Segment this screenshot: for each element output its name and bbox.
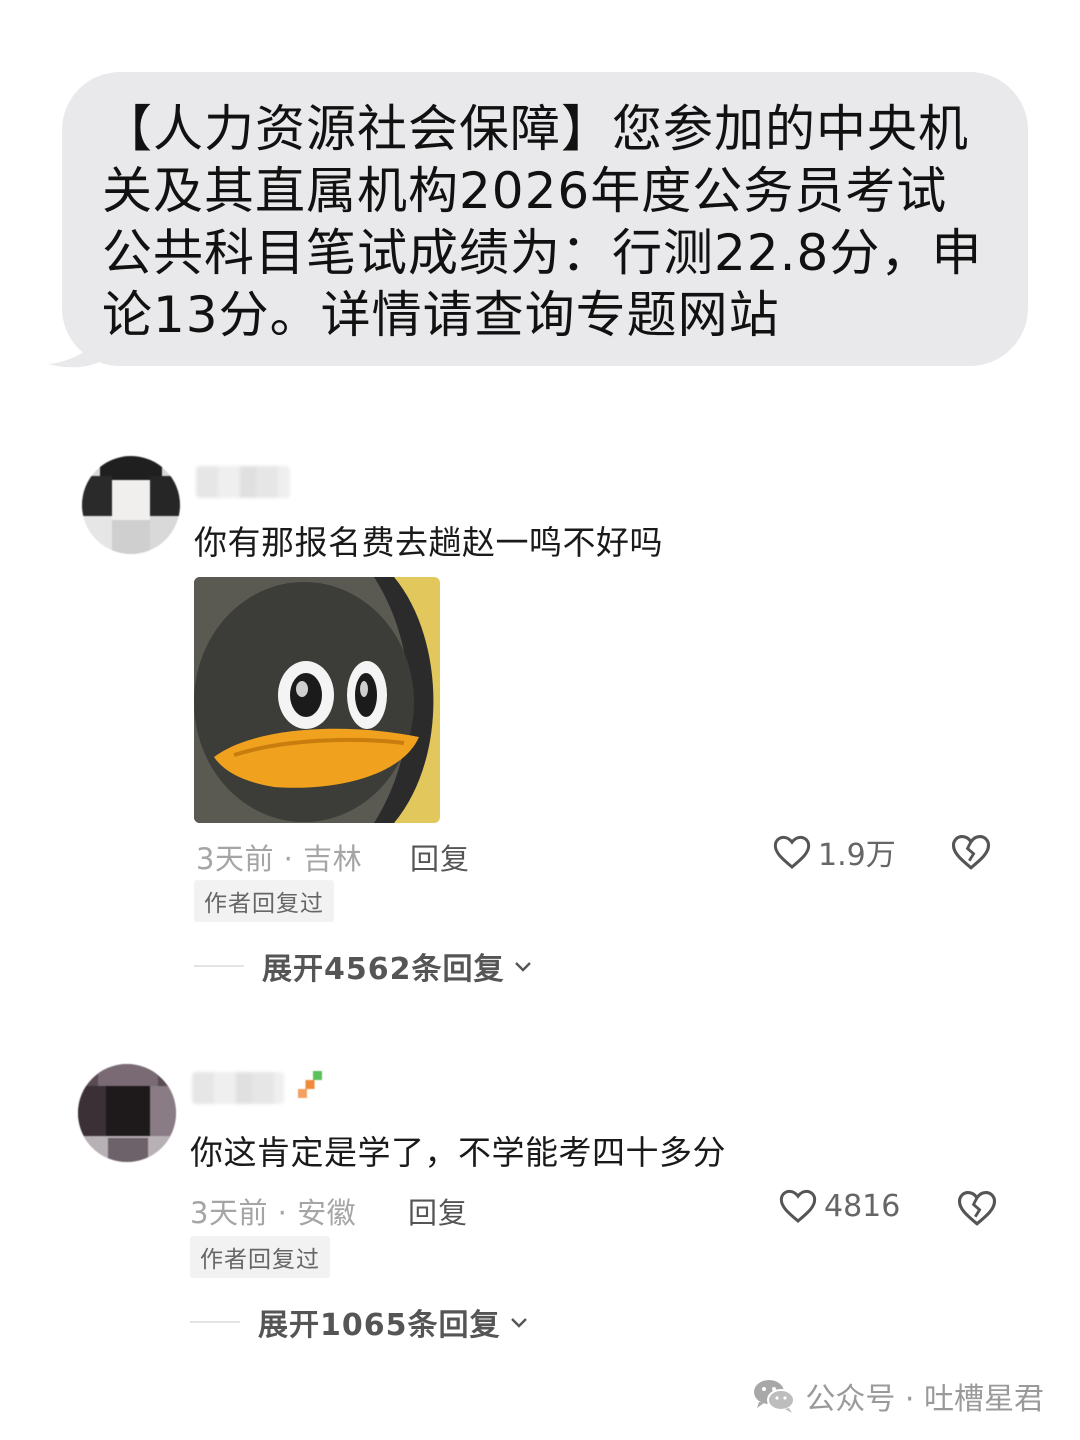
carrot-icon bbox=[298, 1071, 322, 1098]
username-blurred bbox=[192, 1072, 284, 1104]
expand-replies-label: 展开1065条回复 bbox=[258, 1308, 501, 1343]
author-replied-badge: 作者回复过 bbox=[194, 880, 334, 922]
penguin-sticker-image[interactable] bbox=[194, 577, 440, 823]
chevron-down-icon bbox=[514, 962, 531, 972]
broken-heart-icon[interactable] bbox=[956, 1187, 998, 1229]
heart-icon bbox=[779, 1189, 817, 1223]
wechat-icon bbox=[754, 1380, 796, 1413]
author-replied-badge: 作者回复过 bbox=[190, 1236, 330, 1278]
like-count: 1.9万 bbox=[818, 838, 896, 873]
expand-divider-line bbox=[194, 965, 244, 967]
avatar[interactable] bbox=[82, 456, 180, 554]
expand-replies-button[interactable]: 展开4562条回复 bbox=[194, 944, 535, 988]
avatar[interactable] bbox=[78, 1064, 176, 1162]
heart-icon bbox=[773, 835, 811, 869]
reply-button[interactable]: 回复 bbox=[408, 1190, 468, 1232]
sms-message-bubble: 【人力资源社会保障】您参加的中央机关及其直属机构2026年度公务员考试公共科目笔… bbox=[62, 72, 1028, 366]
chevron-down-icon bbox=[510, 1318, 527, 1328]
username-blurred bbox=[196, 466, 290, 498]
comment-text: 你这肯定是学了，不学能考四十多分 bbox=[190, 1133, 726, 1172]
reply-button[interactable]: 回复 bbox=[410, 836, 470, 878]
watermark-text: 公众号 · 吐槽星君 bbox=[805, 1382, 1044, 1417]
broken-heart-icon[interactable] bbox=[950, 831, 992, 873]
like-count: 4816 bbox=[824, 1188, 901, 1224]
like-button[interactable]: 1.9万 bbox=[772, 830, 896, 874]
like-button[interactable]: 4816 bbox=[778, 1186, 900, 1226]
watermark: 公众号 · 吐槽星君 bbox=[753, 1374, 1044, 1418]
sms-bubble-tail bbox=[48, 316, 108, 368]
sms-message-text: 【人力资源社会保障】您参加的中央机关及其直属机构2026年度公务员考试公共科目笔… bbox=[102, 100, 983, 344]
expand-divider-line bbox=[190, 1321, 240, 1323]
comment-time-location: 3天前 · 安徽 bbox=[190, 1196, 357, 1230]
comment-time-location: 3天前 · 吉林 bbox=[196, 842, 363, 876]
expand-replies-label: 展开4562条回复 bbox=[262, 952, 505, 987]
expand-replies-button[interactable]: 展开1065条回复 bbox=[190, 1300, 531, 1344]
comment-text: 你有那报名费去趟赵一鸣不好吗 bbox=[194, 523, 663, 562]
